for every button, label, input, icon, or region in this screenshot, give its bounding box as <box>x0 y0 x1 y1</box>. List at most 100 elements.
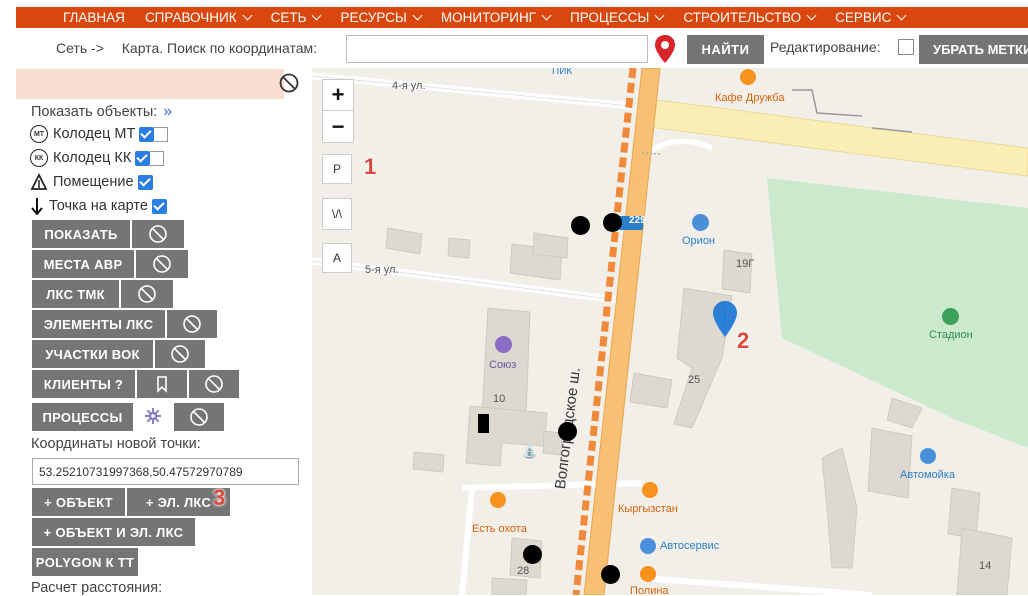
map-object-marker[interactable] <box>523 545 542 564</box>
filter-map-point: Точка на карте <box>30 196 167 216</box>
lks-elements-clear-button[interactable] <box>167 310 217 338</box>
street-label-4th: 4-я ул. <box>392 80 426 92</box>
clients-button[interactable]: КЛИЕНТЫ ? <box>32 370 135 398</box>
expand-arrows-icon[interactable]: » <box>163 103 172 120</box>
avr-places-button[interactable]: МЕСТА АВР <box>32 250 134 278</box>
poi-orion[interactable]: Орион <box>682 235 715 247</box>
filter-checkbox[interactable] <box>151 198 167 214</box>
poi-kyrgyzstan[interactable]: Кыргызстан <box>618 503 678 515</box>
map-pin-icon[interactable] <box>654 34 676 64</box>
map-control-w[interactable]: \/\ <box>322 198 352 230</box>
editing-label: Редактирование: <box>770 39 881 55</box>
chevron-down-icon <box>311 10 322 21</box>
nav-item-label: СЕРВИС <box>835 10 892 25</box>
poi-pik[interactable]: ПИК <box>552 68 572 77</box>
nav-item-construction[interactable]: СТРОИТЕЛЬСТВО <box>683 10 817 25</box>
poi-automoyka[interactable]: Автомойка <box>900 469 955 481</box>
map-view[interactable]: 229 + − P \/\ A 1 2 4-я ул. 5-я ул. Волг… <box>312 68 1028 595</box>
nav-item-resources[interactable]: РЕСУРСЫ <box>340 10 423 25</box>
map-object-marker[interactable] <box>601 565 620 584</box>
car-icon <box>692 214 709 231</box>
nav-item-monitoring[interactable]: МОНИТОРИНГ <box>441 10 552 25</box>
filter-room: Помещение <box>30 172 153 192</box>
breadcrumb-root[interactable]: Сеть -> <box>56 40 104 56</box>
poi-est-ohota[interactable]: Есть охота <box>472 523 527 535</box>
nav-item-label: РЕСУРСЫ <box>340 10 407 25</box>
toggle-tail <box>150 150 165 166</box>
filter-label: Точка на карте <box>49 198 148 214</box>
ban-icon[interactable] <box>278 72 300 94</box>
annotation-3: 3 <box>213 485 226 510</box>
fountain-icon: ⛲ <box>522 445 537 459</box>
cafe-icon <box>642 482 658 498</box>
nav-item-processes[interactable]: ПРОЦЕССЫ <box>570 10 665 25</box>
find-button[interactable]: НАЙТИ <box>687 35 764 64</box>
filter-label: Колодец КК <box>53 150 132 166</box>
filter-well-mt: МТ Колодец МТ <box>30 124 169 144</box>
clients-bookmark-button[interactable] <box>137 370 187 398</box>
poi-cafe-druzhba[interactable]: Кафе Дружба <box>715 92 784 104</box>
processes-clear-button[interactable] <box>174 403 224 431</box>
zoom-out-button[interactable]: − <box>323 111 353 142</box>
add-object-and-lks-button[interactable]: + ОБЪЕКТ И ЭЛ. ЛКС <box>32 518 195 546</box>
gear-icon[interactable] <box>144 407 162 425</box>
editing-checkbox[interactable] <box>898 39 914 55</box>
avr-clear-button[interactable] <box>136 250 188 278</box>
well-mt-icon: МТ <box>30 125 48 143</box>
zoom-in-button[interactable]: + <box>323 80 353 111</box>
filter-checkbox[interactable] <box>137 174 153 190</box>
chevron-down-icon <box>541 10 552 21</box>
map-room-marker[interactable] <box>478 414 489 433</box>
nav-item-network[interactable]: СЕТЬ <box>271 10 322 25</box>
filter-checkbox[interactable] <box>139 126 155 142</box>
remove-marks-button[interactable]: УБРАТЬ МЕТКИ <box>919 35 1028 64</box>
chevron-down-icon <box>806 10 817 21</box>
show-clear-button[interactable] <box>132 220 184 248</box>
nav-item-main[interactable]: ГЛАВНАЯ <box>63 10 125 25</box>
processes-button[interactable]: ПРОЦЕССЫ <box>32 403 133 431</box>
vok-sections-button[interactable]: УЧАСТКИ ВОК <box>32 340 153 368</box>
message-box <box>16 69 284 99</box>
nav-item-reference[interactable]: СПРАВОЧНИК <box>145 10 253 25</box>
filter-checkbox[interactable] <box>135 150 151 166</box>
cafe-icon <box>740 69 756 85</box>
left-panel: Показать объекты: » МТ Колодец МТ КК Коло… <box>16 68 312 596</box>
nav-item-label: ГЛАВНАЯ <box>63 10 125 25</box>
route-badge-label: 229 <box>629 215 646 226</box>
new-point-coordinates-field[interactable]: 53.25210731997368,50.47572970789 <box>32 458 299 485</box>
map-object-marker[interactable] <box>571 216 590 235</box>
ban-icon <box>171 345 189 363</box>
polygon-to-tt-button[interactable]: POLYGON К ТТ <box>32 548 138 576</box>
poi-soyuz[interactable]: Союз <box>489 359 516 371</box>
add-object-button[interactable]: + ОБЪЕКТ <box>32 488 125 516</box>
map-control-a[interactable]: A <box>322 243 352 273</box>
poi-stadium[interactable]: Стадион <box>929 329 973 341</box>
top-navigation: ГЛАВНАЯ СПРАВОЧНИК СЕТЬ РЕСУРСЫ МОНИТОРИ… <box>0 0 1028 34</box>
poi-autoservice[interactable]: Автосервис <box>660 540 719 552</box>
car-icon <box>640 538 656 554</box>
lks-tmk-clear-button[interactable] <box>121 280 173 308</box>
location-pin-icon[interactable] <box>712 300 738 338</box>
map-object-marker[interactable] <box>603 213 622 232</box>
chevron-down-icon <box>654 10 665 21</box>
ban-icon <box>138 285 156 303</box>
street-label-5th: 5-я ул. <box>365 264 399 276</box>
clients-clear-button[interactable] <box>189 370 239 398</box>
house-number-28: 28 <box>517 565 530 577</box>
map-object-marker[interactable] <box>558 422 577 441</box>
ban-icon <box>183 315 201 333</box>
filter-label: Помещение <box>53 174 134 190</box>
chevron-down-icon <box>412 10 423 21</box>
well-kk-icon: КК <box>30 149 48 167</box>
poi-polina[interactable]: Полина <box>630 585 669 595</box>
nav-item-service[interactable]: СЕРВИС <box>835 10 907 25</box>
map-control-p[interactable]: P <box>322 154 352 184</box>
vok-clear-button[interactable] <box>155 340 205 368</box>
arrow-down-icon <box>31 198 43 215</box>
coordinate-search-input[interactable] <box>346 35 648 63</box>
lks-elements-button[interactable]: ЭЛЕМЕНТЫ ЛКС <box>32 310 165 338</box>
lks-tmk-button[interactable]: ЛКС ТМК <box>32 280 119 308</box>
nav-bar: ГЛАВНАЯ СПРАВОЧНИК СЕТЬ РЕСУРСЫ МОНИТОРИ… <box>16 7 1028 28</box>
ban-icon <box>190 408 208 426</box>
show-button[interactable]: ПОКАЗАТЬ <box>32 220 130 248</box>
